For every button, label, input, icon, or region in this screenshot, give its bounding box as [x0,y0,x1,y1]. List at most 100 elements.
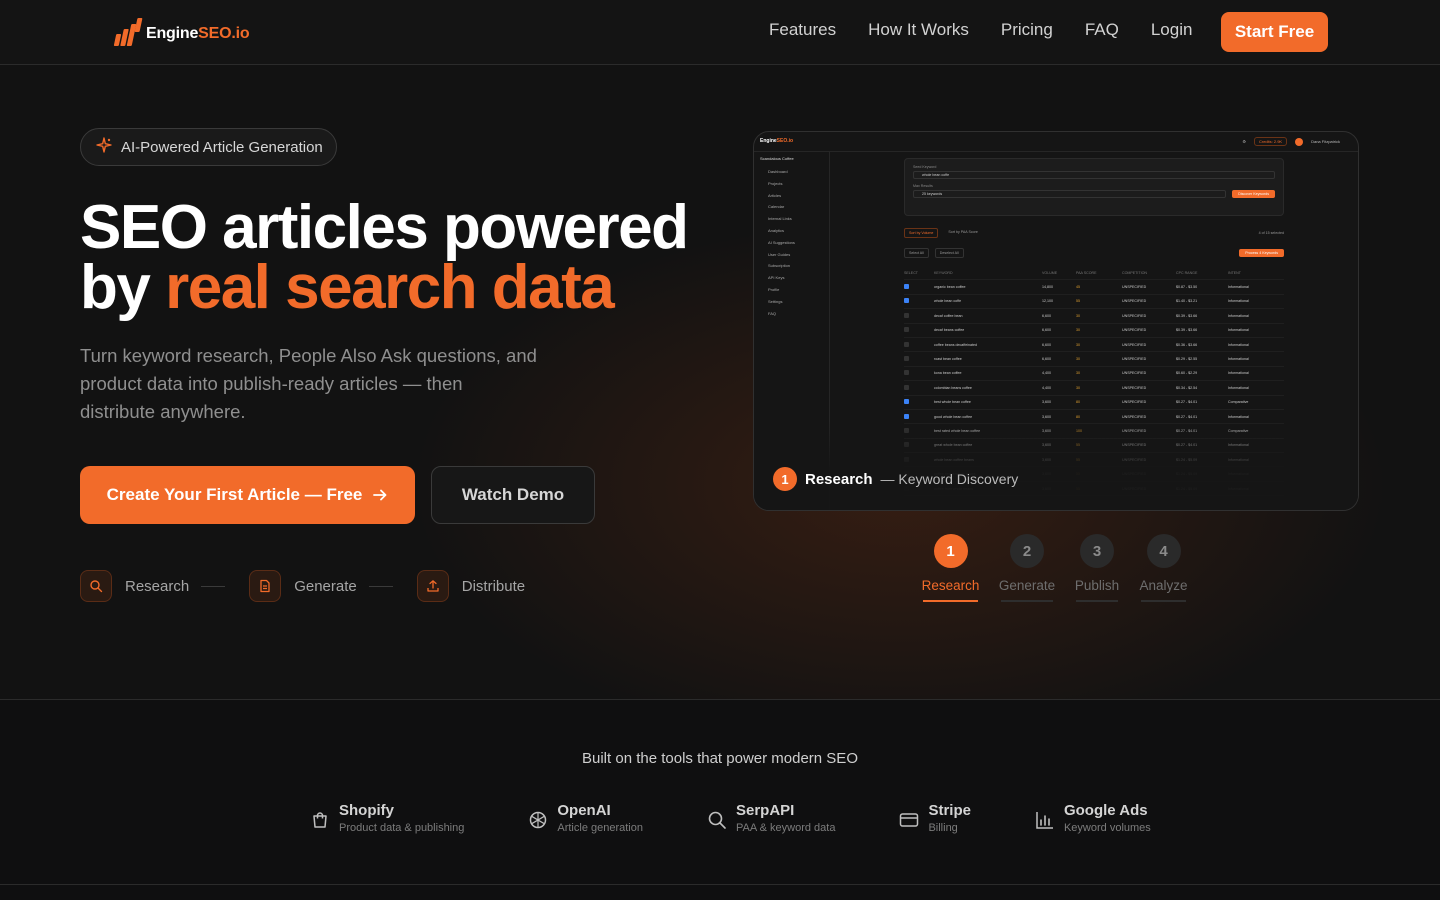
tab-publish[interactable]: 3 Publish [1075,534,1119,602]
preview-sort-row: Sort by Volume Sort by PAA Score 4 of 15… [904,228,1284,238]
brand-logo[interactable]: EngineSEO.io [113,18,250,46]
preview-table-cell: UNSPECIFIED [1122,299,1147,304]
nav-link-pricing[interactable]: Pricing [1001,20,1053,40]
preview-sidebar-item: Articles [768,192,782,198]
hero-subtext: Turn keyword research, People Also Ask q… [80,345,537,422]
preview-table-cell: 4,400 [1042,371,1051,376]
preview-table-cell: 4,400 [1042,385,1051,390]
tab-indicator [1141,600,1186,602]
preview-table-cell: Comparative [1228,400,1249,405]
preview-column-header: COMPETITION [1122,270,1147,275]
preview-table-cell: 30 [1076,371,1080,376]
preview-table-cell: decaf coffee bean [934,313,963,318]
preview-caption: 1 Research — Keyword Discovery [773,467,1018,491]
workflow-step-research: Research [80,570,189,602]
preview-table-cell: 3,600 [1042,414,1051,419]
step-divider [201,585,226,587]
preview-column-header: KEYWORD [934,270,953,275]
tab-indicator [1001,600,1053,602]
nav-link-how-it-works[interactable]: How It Works [868,20,969,40]
hero-headline: SEO articles powered by real search data [80,193,689,322]
caption-subtitle: — Keyword Discovery [880,471,1019,487]
workflow-steps: Research Generate Distribute [80,570,525,602]
preview-table-cell: 30 [1076,385,1080,390]
preview-table-cell: Informational [1228,285,1249,290]
caption-fade [754,420,1358,510]
preview-table-cell: UNSPECIFIED [1122,285,1147,290]
document-icon [249,570,282,602]
partner-shopify: Shopify Product data & publishing [310,802,464,834]
nav-link-login[interactable]: Login [1151,20,1193,40]
top-nav: EngineSEO.io Features How It Works Prici… [0,0,1440,65]
tab-generate[interactable]: 2 Generate [999,534,1055,602]
preview-table-cell: Informational [1228,371,1249,376]
preview-table-cell: 6,600 [1042,328,1051,333]
preview-topbar-right: ⚙ Credits: 2.9K Dana Fitzpatrick [1242,137,1340,146]
watch-demo-button[interactable]: Watch Demo [431,466,595,524]
preview-sidebar-item: Calendar [768,204,785,210]
nav-link-features[interactable]: Features [769,20,836,40]
preview-table-cell: $0.27 - $4.01 [1176,400,1198,405]
partner-stripe: Stripe Billing [899,802,971,834]
preview-table-cell: Informational [1228,385,1249,390]
preview-table-cell: 6,600 [1042,357,1051,362]
upload-icon [416,570,449,602]
preview-table-cell: UNSPECIFIED [1122,313,1147,318]
preview-table-row: decaf coffee bean 6,600 30 UNSPECIFIED $0.39… [904,309,1284,324]
ai-badge: AI-Powered Article Generation [80,128,337,166]
preview-table-cell: UNSPECIFIED [1122,357,1147,362]
tab-indicator [1076,600,1118,602]
preview-row-checkbox [904,413,934,420]
preview-table-row: coffee beans decaffeinated 6,600 30 UNSPECI… [904,338,1284,353]
preview-sidebar-item: User Guides [768,251,791,257]
preview-sidebar-item: AI Suggestions [768,239,795,245]
create-article-button[interactable]: Create Your First Article — Free [80,466,415,524]
preview-row-checkbox [904,384,934,391]
preview-table-cell: good whole bean coffee [934,414,973,419]
preview-table-cell: $1.40 - $3.21 [1176,299,1198,304]
step-divider [368,585,393,587]
tab-indicator [923,600,978,602]
built-on-title: Built on the tools that power modern SEO [582,750,858,767]
preview-table-cell: UNSPECIFIED [1122,371,1147,376]
preview-table-cell: 12,100 [1042,299,1053,304]
preview-table-cell: 30 [1076,357,1080,362]
preview-table-row: whole bean coffe 12,100 55 UNSPECIFIED $1.40… [904,295,1284,310]
preview-table-cell: 6,600 [1042,313,1051,318]
nav-link-faq[interactable]: FAQ [1085,20,1119,40]
preview-table-cell: Informational [1228,414,1249,419]
preview-seed-input: whole bean coffe [913,171,1275,179]
preview-table-cell: kona bean coffee [934,371,962,376]
tab-research[interactable]: 1 Research [922,534,979,602]
partner-openai: OpenAI Article generation [528,802,643,834]
caption-step-number: 1 [773,467,797,491]
preview-table-cell: $0.87 - $3.50 [1176,285,1198,290]
preview-table-row: colombian beans coffee 4,400 30 UNSPECIFIED… [904,381,1284,396]
tab-analyze[interactable]: 4 Analyze [1139,534,1188,602]
start-free-button[interactable]: Start Free [1221,12,1328,52]
preview-row-checkbox [904,327,934,333]
partner-google-ads: Google Ads Keyword volumes [1035,802,1151,834]
preview-table-cell: Informational [1228,328,1249,333]
preview-table-cell: UNSPECIFIED [1122,385,1147,390]
preview-sidebar-item: Subscription [768,263,791,269]
preview-table-cell: coffee beans decaffeinated [934,342,978,347]
preview-table-cell: $0.36 - $3.66 [1176,342,1198,347]
preview-table-row: decaf beans coffee 6,600 30 UNSPECIFIED $0.3… [904,324,1284,338]
preview-seed-card: Seed Keyword whole bean coffe Max Result… [904,158,1284,216]
partner-list: Shopify Product data & publishing OpenAI A… [310,802,1151,834]
sparkle-icon [96,137,112,157]
preview-discover-button: Discover Keywords [1232,190,1275,198]
preview-table-cell: Informational [1228,342,1249,347]
preview-table-cell: UNSPECIFIED [1122,400,1147,405]
preview-sidebar-item: FAQ [768,310,777,316]
preview-brand: EngineSEO.io [760,138,794,144]
preview-table-cell: $0.39 - $3.66 [1176,313,1198,318]
product-preview: EngineSEO.io ⚙ Credits: 2.9K Dana Fitzpa… [753,131,1359,511]
preview-table-row: best whole bean coffee 3,600 80 UNSPECIFIED… [904,396,1284,410]
preview-table-cell: 3,600 [1042,400,1051,405]
preview-table-cell: roast bean coffee [934,357,962,362]
logo-bars-icon [113,18,143,46]
preview-row-checkbox [904,298,934,304]
preview-table-cell: 30 [1076,313,1080,318]
